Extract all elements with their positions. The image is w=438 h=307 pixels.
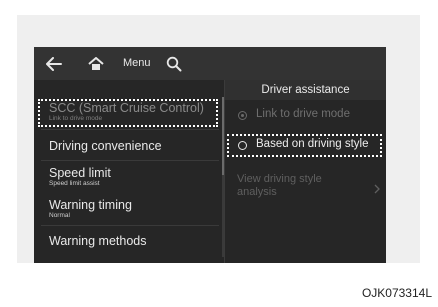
search-icon[interactable] xyxy=(163,53,185,75)
menu-item-label: Warning methods xyxy=(49,234,147,248)
chevron-right-icon xyxy=(374,181,380,199)
option-label: Link to drive mode xyxy=(256,108,350,120)
highlight-box-scc xyxy=(38,99,218,127)
menu-item-speed-limit[interactable]: Speed limit Speed limit assist xyxy=(49,166,111,188)
menu-item-warning-methods[interactable]: Warning methods xyxy=(49,234,147,248)
menu-button[interactable]: Menu xyxy=(123,57,151,69)
panel-title: Driver assistance xyxy=(225,80,386,100)
divider xyxy=(41,225,219,226)
figure-caption: OJK073314L xyxy=(361,286,432,300)
analysis-label-line1: View driving style xyxy=(237,173,322,185)
divider xyxy=(41,160,219,161)
highlight-box-driving-style xyxy=(227,134,382,157)
arrow-left-icon[interactable] xyxy=(43,53,65,75)
top-bar: Menu xyxy=(34,47,386,80)
menu-item-label: Speed limit xyxy=(49,166,111,180)
home-icon[interactable] xyxy=(85,53,107,75)
infotainment-screen: Menu SCC (Smart Cruise Control) Link to … xyxy=(34,47,386,263)
menu-item-warning-timing[interactable]: Warning timing Normal xyxy=(49,198,132,220)
analysis-label-line2: analysis xyxy=(237,186,277,198)
menu-item-sublabel: Speed limit assist xyxy=(49,180,100,187)
column-divider xyxy=(224,80,225,263)
menu-item-driving-convenience[interactable]: Driving convenience xyxy=(49,139,162,153)
divider xyxy=(41,129,219,130)
menu-item-label: Warning timing xyxy=(49,198,132,212)
radio-link-to-drive-mode[interactable] xyxy=(238,111,247,120)
menu-item-sublabel: Normal xyxy=(49,212,70,219)
view-analysis-link[interactable]: View driving style analysis xyxy=(237,173,322,199)
menu-item-label: Driving convenience xyxy=(49,139,162,153)
